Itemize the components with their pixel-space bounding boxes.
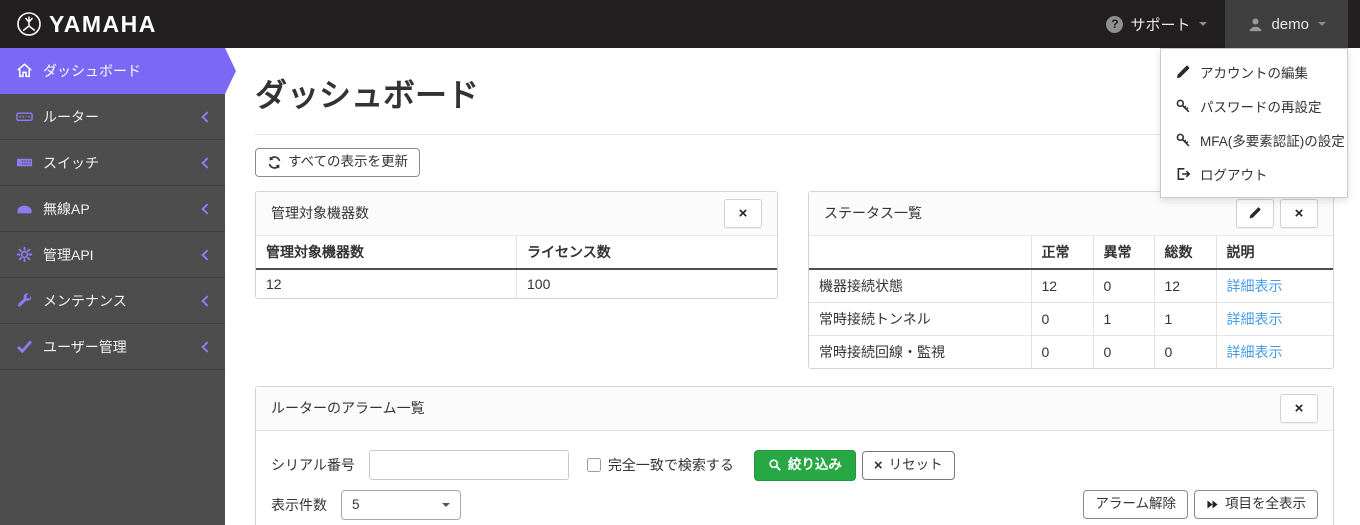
edit-widget-button[interactable] xyxy=(1236,198,1274,228)
support-menu[interactable]: ? サポート xyxy=(1088,0,1225,48)
chevron-left-icon xyxy=(201,294,213,307)
close-widget-button[interactable]: × xyxy=(1280,198,1318,228)
close-icon: × xyxy=(1294,399,1304,417)
close-icon: × xyxy=(738,204,748,222)
exact-match-label: 完全一致で検索する xyxy=(607,457,734,474)
detail-link[interactable]: 詳細表示 xyxy=(1227,344,1283,360)
yamaha-tuning-fork-icon xyxy=(16,11,42,37)
menu-item-mfa-settings[interactable]: MFA(多要素認証)の設定 xyxy=(1161,123,1347,157)
user-label: demo xyxy=(1271,15,1309,33)
device-count-table: 管理対象機器数 ライセンス数 12 100 xyxy=(256,235,777,298)
sidebar-item-wireless-ap[interactable]: 無線AP xyxy=(0,186,225,232)
status-table: 正常 異常 総数 説明 機器接続状態 12 0 12 詳細表示 常時接続トンネル… xyxy=(809,235,1333,368)
table-row: 常時接続回線・監視 0 0 0 詳細表示 xyxy=(809,335,1333,368)
sidebar-item-user-management[interactable]: ユーザー管理 xyxy=(0,324,225,370)
pencil-icon xyxy=(1175,64,1191,80)
column-header: 管理対象機器数 xyxy=(256,235,517,270)
serial-number-input[interactable] xyxy=(368,450,569,481)
chevron-left-icon xyxy=(201,110,213,123)
home-icon xyxy=(14,62,34,79)
router-icon xyxy=(14,108,34,125)
brand-text: YAMAHA xyxy=(49,10,157,37)
router-alarm-widget: ルーターのアラーム一覧 × シリアル番号 完全一致で検索する 絞り込み × リセ… xyxy=(255,385,1334,525)
refresh-icon xyxy=(267,155,282,170)
switch-icon xyxy=(14,154,34,171)
gear-icon xyxy=(14,246,34,263)
chevron-down-icon xyxy=(1199,22,1208,26)
device-count-widget: 管理対象機器数 × 管理対象機器数 ライセンス数 12 100 xyxy=(255,190,778,299)
device-count-value: 12 xyxy=(256,268,517,298)
widget-title: 管理対象機器数 xyxy=(271,205,369,222)
sidebar-item-switch[interactable]: スイッチ xyxy=(0,140,225,186)
key-icon xyxy=(1175,132,1191,148)
exact-match-checkbox[interactable] xyxy=(586,458,601,473)
column-header: ライセンス数 xyxy=(516,235,777,270)
chevron-left-icon xyxy=(201,340,213,353)
column-header xyxy=(809,235,1032,270)
page-size-select[interactable]: 5 xyxy=(341,489,461,520)
page-size-value: 5 xyxy=(352,497,360,513)
user-dropdown-menu: アカウントの編集 パスワードの再設定 MFA(多要素認証)の設定 ログアウト xyxy=(1160,48,1348,198)
topbar: YAMAHA ? サポート demo xyxy=(0,0,1360,48)
sidebar: ダッシュボード ルーター スイッチ 無線AP 管理API メンテナンス ユーザー… xyxy=(0,48,236,525)
column-header: 正常 xyxy=(1031,235,1094,270)
page-size-label: 表示件数 xyxy=(271,496,327,513)
logout-icon xyxy=(1175,166,1191,182)
wrench-icon xyxy=(14,292,34,309)
widget-title: ステータス一覧 xyxy=(824,205,922,222)
wireless-ap-icon xyxy=(14,200,34,217)
chevron-left-icon xyxy=(201,248,213,261)
detail-link[interactable]: 詳細表示 xyxy=(1227,278,1283,294)
serial-number-label: シリアル番号 xyxy=(271,457,355,474)
pencil-icon xyxy=(1248,206,1262,220)
sidebar-item-router[interactable]: ルーター xyxy=(0,94,225,140)
clear-alarm-button[interactable]: アラーム解除 xyxy=(1083,490,1188,520)
widget-title: ルーターのアラーム一覧 xyxy=(271,400,425,417)
column-header: 総数 xyxy=(1154,235,1217,270)
search-icon xyxy=(768,458,782,472)
check-icon xyxy=(14,338,34,355)
filter-button[interactable]: 絞り込み xyxy=(753,449,856,481)
key-icon xyxy=(1175,98,1191,114)
chevron-left-icon xyxy=(201,202,213,215)
x-icon: × xyxy=(873,456,883,474)
table-row: 12 100 xyxy=(256,268,777,298)
yamaha-logo: YAMAHA xyxy=(16,11,157,38)
detail-link[interactable]: 詳細表示 xyxy=(1227,311,1283,327)
sidebar-item-dashboard[interactable]: ダッシュボード xyxy=(0,48,236,94)
sidebar-item-management-api[interactable]: 管理API xyxy=(0,232,225,278)
status-list-widget: ステータス一覧 × 正常 異常 総数 説明 機器接続状態 12 0 12 詳細表… xyxy=(808,190,1334,369)
chevron-down-icon xyxy=(1318,22,1326,26)
close-widget-button[interactable]: × xyxy=(1280,393,1318,423)
column-header: 説明 xyxy=(1216,235,1333,270)
refresh-all-button[interactable]: すべての表示を更新 xyxy=(255,148,421,177)
chevron-down-icon xyxy=(442,502,450,507)
reset-button[interactable]: × リセット xyxy=(861,450,955,480)
help-icon: ? xyxy=(1106,15,1124,33)
license-count-value: 100 xyxy=(527,275,551,292)
close-widget-button[interactable]: × xyxy=(724,198,762,228)
menu-item-reset-password[interactable]: パスワードの再設定 xyxy=(1161,89,1347,123)
user-menu[interactable]: demo xyxy=(1225,0,1348,48)
table-row: 機器接続状態 12 0 12 詳細表示 xyxy=(809,268,1333,303)
column-header: 異常 xyxy=(1093,235,1155,270)
user-icon xyxy=(1247,16,1264,33)
table-row: 常時接続トンネル 0 1 1 詳細表示 xyxy=(809,302,1333,336)
support-label: サポート xyxy=(1130,16,1191,34)
menu-item-edit-account[interactable]: アカウントの編集 xyxy=(1161,55,1347,89)
show-all-columns-button[interactable]: 項目を全表示 xyxy=(1194,490,1318,520)
menu-item-logout[interactable]: ログアウト xyxy=(1161,157,1347,191)
sidebar-item-maintenance[interactable]: メンテナンス xyxy=(0,278,225,324)
close-icon: × xyxy=(1294,204,1304,222)
chevron-left-icon xyxy=(201,156,213,169)
fast-forward-icon xyxy=(1206,498,1219,511)
